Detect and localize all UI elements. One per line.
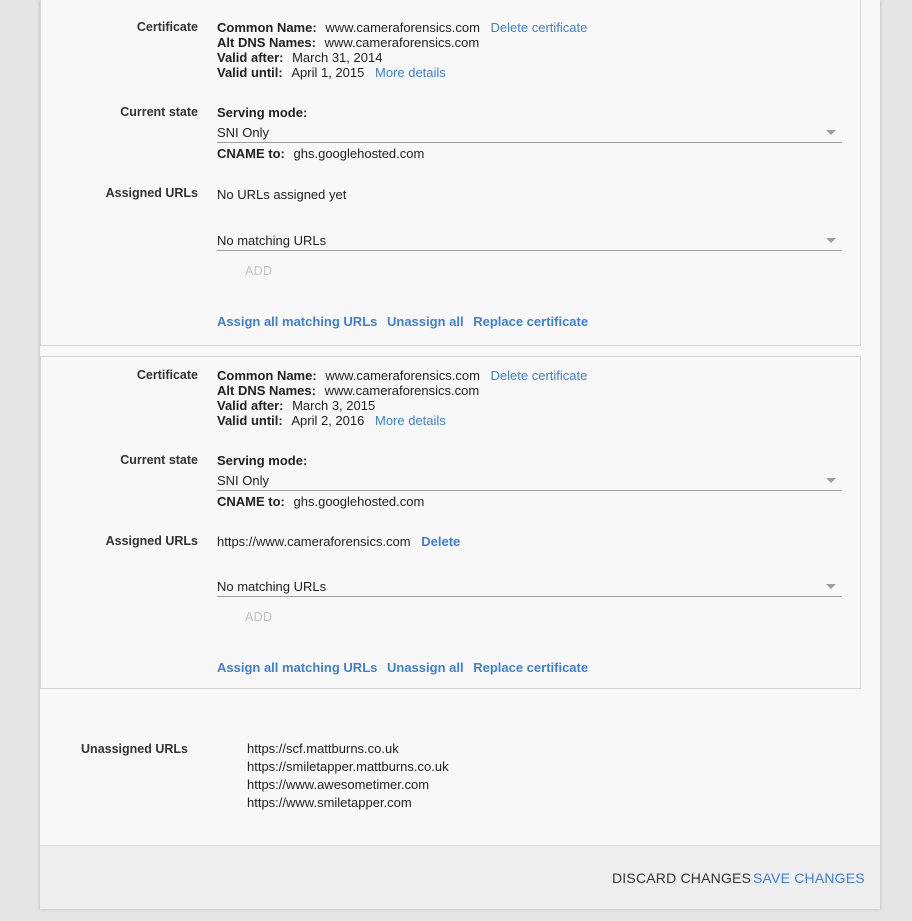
unassign-all-link[interactable]: Unassign all <box>387 660 464 675</box>
valid-until-value: April 2, 2016 <box>291 413 365 428</box>
delete-assigned-url-link[interactable]: Delete <box>421 534 460 549</box>
certificate-label: Certificate <box>136 368 198 382</box>
chevron-down-icon <box>826 238 836 243</box>
delete-certificate-link[interactable]: Delete certificate <box>491 20 588 35</box>
common-name-value: www.cameraforensics.com <box>325 368 480 383</box>
more-details-link[interactable]: More details <box>375 65 446 80</box>
unassigned-url: https://www.awesometimer.com <box>247 777 430 792</box>
chevron-down-icon <box>826 130 836 135</box>
assigned-urls-value: No URLs assigned yet <box>217 187 347 202</box>
valid-after-key: Valid after: <box>217 398 284 413</box>
cname-key: CNAME to: <box>217 494 285 509</box>
unassigned-urls-label: Unassigned URLs <box>81 742 188 756</box>
valid-after-value: March 31, 2014 <box>292 50 383 65</box>
serving-mode-value: SNI Only <box>217 125 270 140</box>
unassign-all-link[interactable]: Unassign all <box>387 314 464 329</box>
common-name-key: Common Name: <box>217 368 317 383</box>
current-state-label: Current state <box>120 105 198 119</box>
common-name-value: www.cameraforensics.com <box>325 20 480 35</box>
certificate-card: Certificate Common Name: www.cameraforen… <box>40 0 861 346</box>
cname-value: ghs.googlehosted.com <box>293 146 425 161</box>
save-changes-button[interactable]: SAVE CHANGES <box>753 870 865 886</box>
unassigned-url: https://www.smiletapper.com <box>247 795 412 810</box>
current-state-label: Current state <box>120 453 198 467</box>
valid-until-key: Valid until: <box>217 413 283 428</box>
assigned-url: https://www.cameraforensics.com <box>217 534 411 549</box>
alt-dns-value: www.cameraforensics.com <box>324 35 480 50</box>
chevron-down-icon <box>826 584 836 589</box>
matching-urls-value: No matching URLs <box>217 579 327 594</box>
matching-urls-select[interactable]: No matching URLs <box>217 230 842 251</box>
alt-dns-key: Alt DNS Names: <box>217 383 316 398</box>
unassigned-url: https://smiletapper.mattburns.co.uk <box>247 759 449 774</box>
assigned-urls-label: Assigned URLs <box>105 534 198 548</box>
matching-urls-select[interactable]: No matching URLs <box>217 576 842 597</box>
add-url-button[interactable]: ADD <box>245 264 272 278</box>
more-details-link[interactable]: More details <box>375 413 446 428</box>
assign-all-matching-link[interactable]: Assign all matching URLs <box>217 660 377 675</box>
unassigned-url: https://scf.mattburns.co.uk <box>247 741 399 756</box>
discard-changes-button[interactable]: DISCARD CHANGES <box>612 870 751 886</box>
cname-key: CNAME to: <box>217 146 285 161</box>
common-name-key: Common Name: <box>217 20 317 35</box>
valid-after-key: Valid after: <box>217 50 284 65</box>
serving-mode-key: Serving mode: <box>217 453 308 468</box>
cname-value: ghs.googlehosted.com <box>293 494 425 509</box>
serving-mode-select[interactable]: SNI Only <box>217 470 842 491</box>
replace-certificate-link[interactable]: Replace certificate <box>473 660 588 675</box>
alt-dns-key: Alt DNS Names: <box>217 35 316 50</box>
valid-until-value: April 1, 2015 <box>291 65 365 80</box>
ssl-certificates-panel: Certificate Common Name: www.cameraforen… <box>40 0 880 909</box>
footer-actions: DISCARD CHANGES SAVE CHANGES <box>40 845 880 909</box>
valid-after-value: March 3, 2015 <box>292 398 376 413</box>
serving-mode-key: Serving mode: <box>217 105 308 120</box>
unassigned-url-list: https://scf.mattburns.co.uk https://smil… <box>247 741 449 813</box>
alt-dns-value: www.cameraforensics.com <box>324 383 480 398</box>
assign-all-matching-link[interactable]: Assign all matching URLs <box>217 314 377 329</box>
certificate-label: Certificate <box>136 20 198 34</box>
serving-mode-value: SNI Only <box>217 473 270 488</box>
valid-until-key: Valid until: <box>217 65 283 80</box>
serving-mode-select[interactable]: SNI Only <box>217 122 842 143</box>
certificate-card: Certificate Common Name: www.cameraforen… <box>40 356 861 689</box>
matching-urls-value: No matching URLs <box>217 233 327 248</box>
replace-certificate-link[interactable]: Replace certificate <box>473 314 588 329</box>
delete-certificate-link[interactable]: Delete certificate <box>491 368 588 383</box>
assigned-urls-label: Assigned URLs <box>105 186 198 200</box>
add-url-button[interactable]: ADD <box>245 610 272 624</box>
chevron-down-icon <box>826 478 836 483</box>
